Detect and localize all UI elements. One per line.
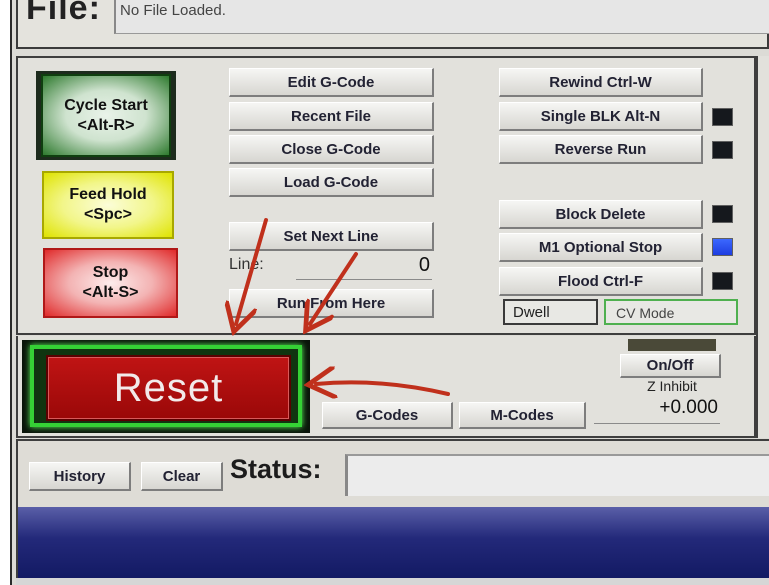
clear-button[interactable]: Clear bbox=[141, 462, 223, 491]
rewind-button[interactable]: Rewind Ctrl-W bbox=[499, 68, 703, 97]
m1-optional-stop-button[interactable]: M1 Optional Stop bbox=[499, 233, 703, 262]
flood-button[interactable]: Flood Ctrl-F bbox=[499, 267, 703, 296]
close-gcode-button[interactable]: Close G-Code bbox=[229, 135, 434, 164]
stop-label: Stop <Alt-S> bbox=[82, 264, 139, 301]
status-message-field bbox=[345, 454, 769, 496]
m-codes-button[interactable]: M-Codes bbox=[459, 402, 586, 429]
m1-optional-stop-led bbox=[712, 238, 733, 256]
cycle-start-button[interactable]: Cycle Start <Alt-R> bbox=[36, 71, 176, 160]
line-label: Line: bbox=[229, 256, 264, 273]
reset-button[interactable]: Reset bbox=[46, 355, 291, 421]
reverse-run-button[interactable]: Reverse Run bbox=[499, 135, 703, 164]
edit-gcode-button[interactable]: Edit G-Code bbox=[229, 68, 434, 97]
flood-led bbox=[712, 272, 733, 290]
cv-mode-indicator: CV Mode bbox=[604, 299, 738, 325]
right-panel-edge bbox=[756, 56, 769, 438]
stop-button[interactable]: Stop <Alt-S> bbox=[43, 248, 178, 318]
status-label: Status: bbox=[230, 454, 322, 484]
cycle-start-label: Cycle Start <Alt-R> bbox=[64, 96, 148, 134]
recent-file-button[interactable]: Recent File bbox=[229, 102, 434, 131]
load-gcode-button[interactable]: Load G-Code bbox=[229, 168, 434, 197]
z-inhibit-label: Z Inhibit bbox=[647, 378, 697, 394]
g-codes-button[interactable]: G-Codes bbox=[322, 402, 453, 429]
history-button[interactable]: History bbox=[29, 462, 131, 491]
file-name-value: No File Loaded. bbox=[120, 2, 226, 19]
single-block-button[interactable]: Single BLK Alt-N bbox=[499, 102, 703, 131]
file-label: File: bbox=[26, 0, 101, 27]
reverse-run-led bbox=[712, 141, 733, 159]
set-next-line-button[interactable]: Set Next Line bbox=[229, 222, 434, 251]
z-inhibit-toggle-button[interactable]: On/Off bbox=[620, 354, 721, 378]
run-from-here-button[interactable]: Run From Here bbox=[229, 289, 434, 318]
block-delete-led bbox=[712, 205, 733, 223]
block-delete-button[interactable]: Block Delete bbox=[499, 200, 703, 229]
feed-hold-button[interactable]: Feed Hold <Spc> bbox=[42, 171, 174, 239]
single-block-led bbox=[712, 108, 733, 126]
line-number-field[interactable]: 0 bbox=[296, 254, 432, 280]
status-footer-gradient bbox=[16, 507, 769, 585]
z-inhibit-led bbox=[628, 339, 716, 351]
feed-hold-label: Feed Hold <Spc> bbox=[69, 186, 147, 223]
status-footer-strip bbox=[16, 578, 769, 585]
dwell-indicator: Dwell bbox=[503, 299, 598, 325]
z-inhibit-value-field[interactable]: +0.000 bbox=[594, 397, 720, 424]
